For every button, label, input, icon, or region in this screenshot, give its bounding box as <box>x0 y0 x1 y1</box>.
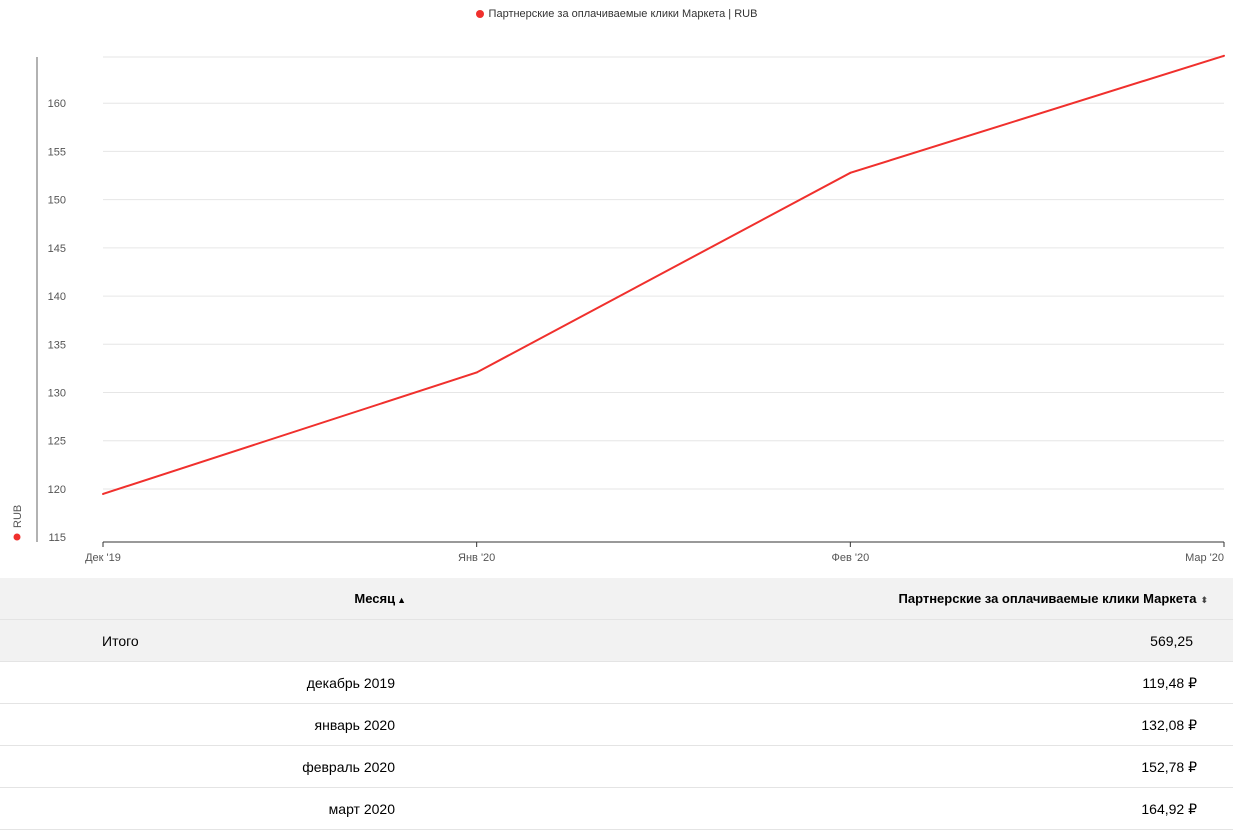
table-row: март 2020 164,92 ₽ <box>0 788 1233 830</box>
y-tick-label: 130 <box>48 388 66 400</box>
data-point <box>102 492 104 495</box>
y-tick-label: 155 <box>48 146 66 158</box>
table-header-row: Месяц ▲ Партнерские за оплачиваемые клики… <box>0 578 1233 620</box>
y-axis-label: RUB <box>12 505 24 528</box>
value-header-label: Партнерские за оплачиваемые клики Маркет… <box>898 591 1197 606</box>
y-tick-label: 160 <box>48 98 66 110</box>
sort-both-icon[interactable]: ⬍ <box>1200 595 1208 605</box>
x-tick-label: Янв '20 <box>458 552 495 564</box>
month-column-header[interactable]: Месяц ▲ <box>354 578 406 620</box>
data-point <box>1223 54 1225 57</box>
table-row: февраль 2020 152,78 ₽ <box>0 746 1233 788</box>
row-value: 164,92 ₽ <box>1141 801 1197 817</box>
value-column-header[interactable]: Партнерские за оплачиваемые клики Маркет… <box>899 578 1209 620</box>
row-month: январь 2020 <box>314 717 396 733</box>
total-value: 569,25 <box>1150 633 1193 649</box>
y-axis-legend-dot-icon <box>13 533 21 541</box>
y-tick-label: 120 <box>48 484 66 496</box>
row-value: 119,48 ₽ <box>1142 675 1197 691</box>
series-line <box>102 54 1225 495</box>
row-value: 152,78 ₽ <box>1141 759 1197 775</box>
x-tick-label: Мар '20 <box>1185 552 1224 564</box>
month-header-label: Месяц <box>354 591 396 606</box>
sort-ascending-icon[interactable]: ▲ <box>397 595 406 605</box>
y-tick-label: 145 <box>48 243 66 255</box>
y-tick-label: 150 <box>48 195 66 207</box>
x-tick-label: Дек '19 <box>85 552 121 564</box>
row-value: 132,08 ₽ <box>1141 717 1197 733</box>
total-row: Итого 569,25 <box>0 620 1233 662</box>
x-tick-label: Фев '20 <box>831 552 869 564</box>
table-row: декабрь 2019 119,48 ₽ <box>0 662 1233 704</box>
row-month: декабрь 2019 <box>306 675 395 691</box>
row-month: март 2020 <box>328 801 395 817</box>
total-label: Итого <box>102 633 139 649</box>
y-tick-label: 140 <box>48 291 66 303</box>
data-table: Месяц ▲ Партнерские за оплачиваемые клики… <box>0 578 1233 830</box>
row-month: февраль 2020 <box>302 759 395 775</box>
table-row: январь 2020 132,08 ₽ <box>0 704 1233 746</box>
y-tick-label: 135 <box>48 339 66 351</box>
y-tick-label: 115 <box>48 532 66 544</box>
data-point <box>849 171 852 174</box>
line-chart: 115 120 125 130 135 140 145 150 155 160 RUB Дек '19… <box>12 54 1225 564</box>
y-tick-label: 125 <box>48 436 66 448</box>
data-point <box>475 371 478 374</box>
